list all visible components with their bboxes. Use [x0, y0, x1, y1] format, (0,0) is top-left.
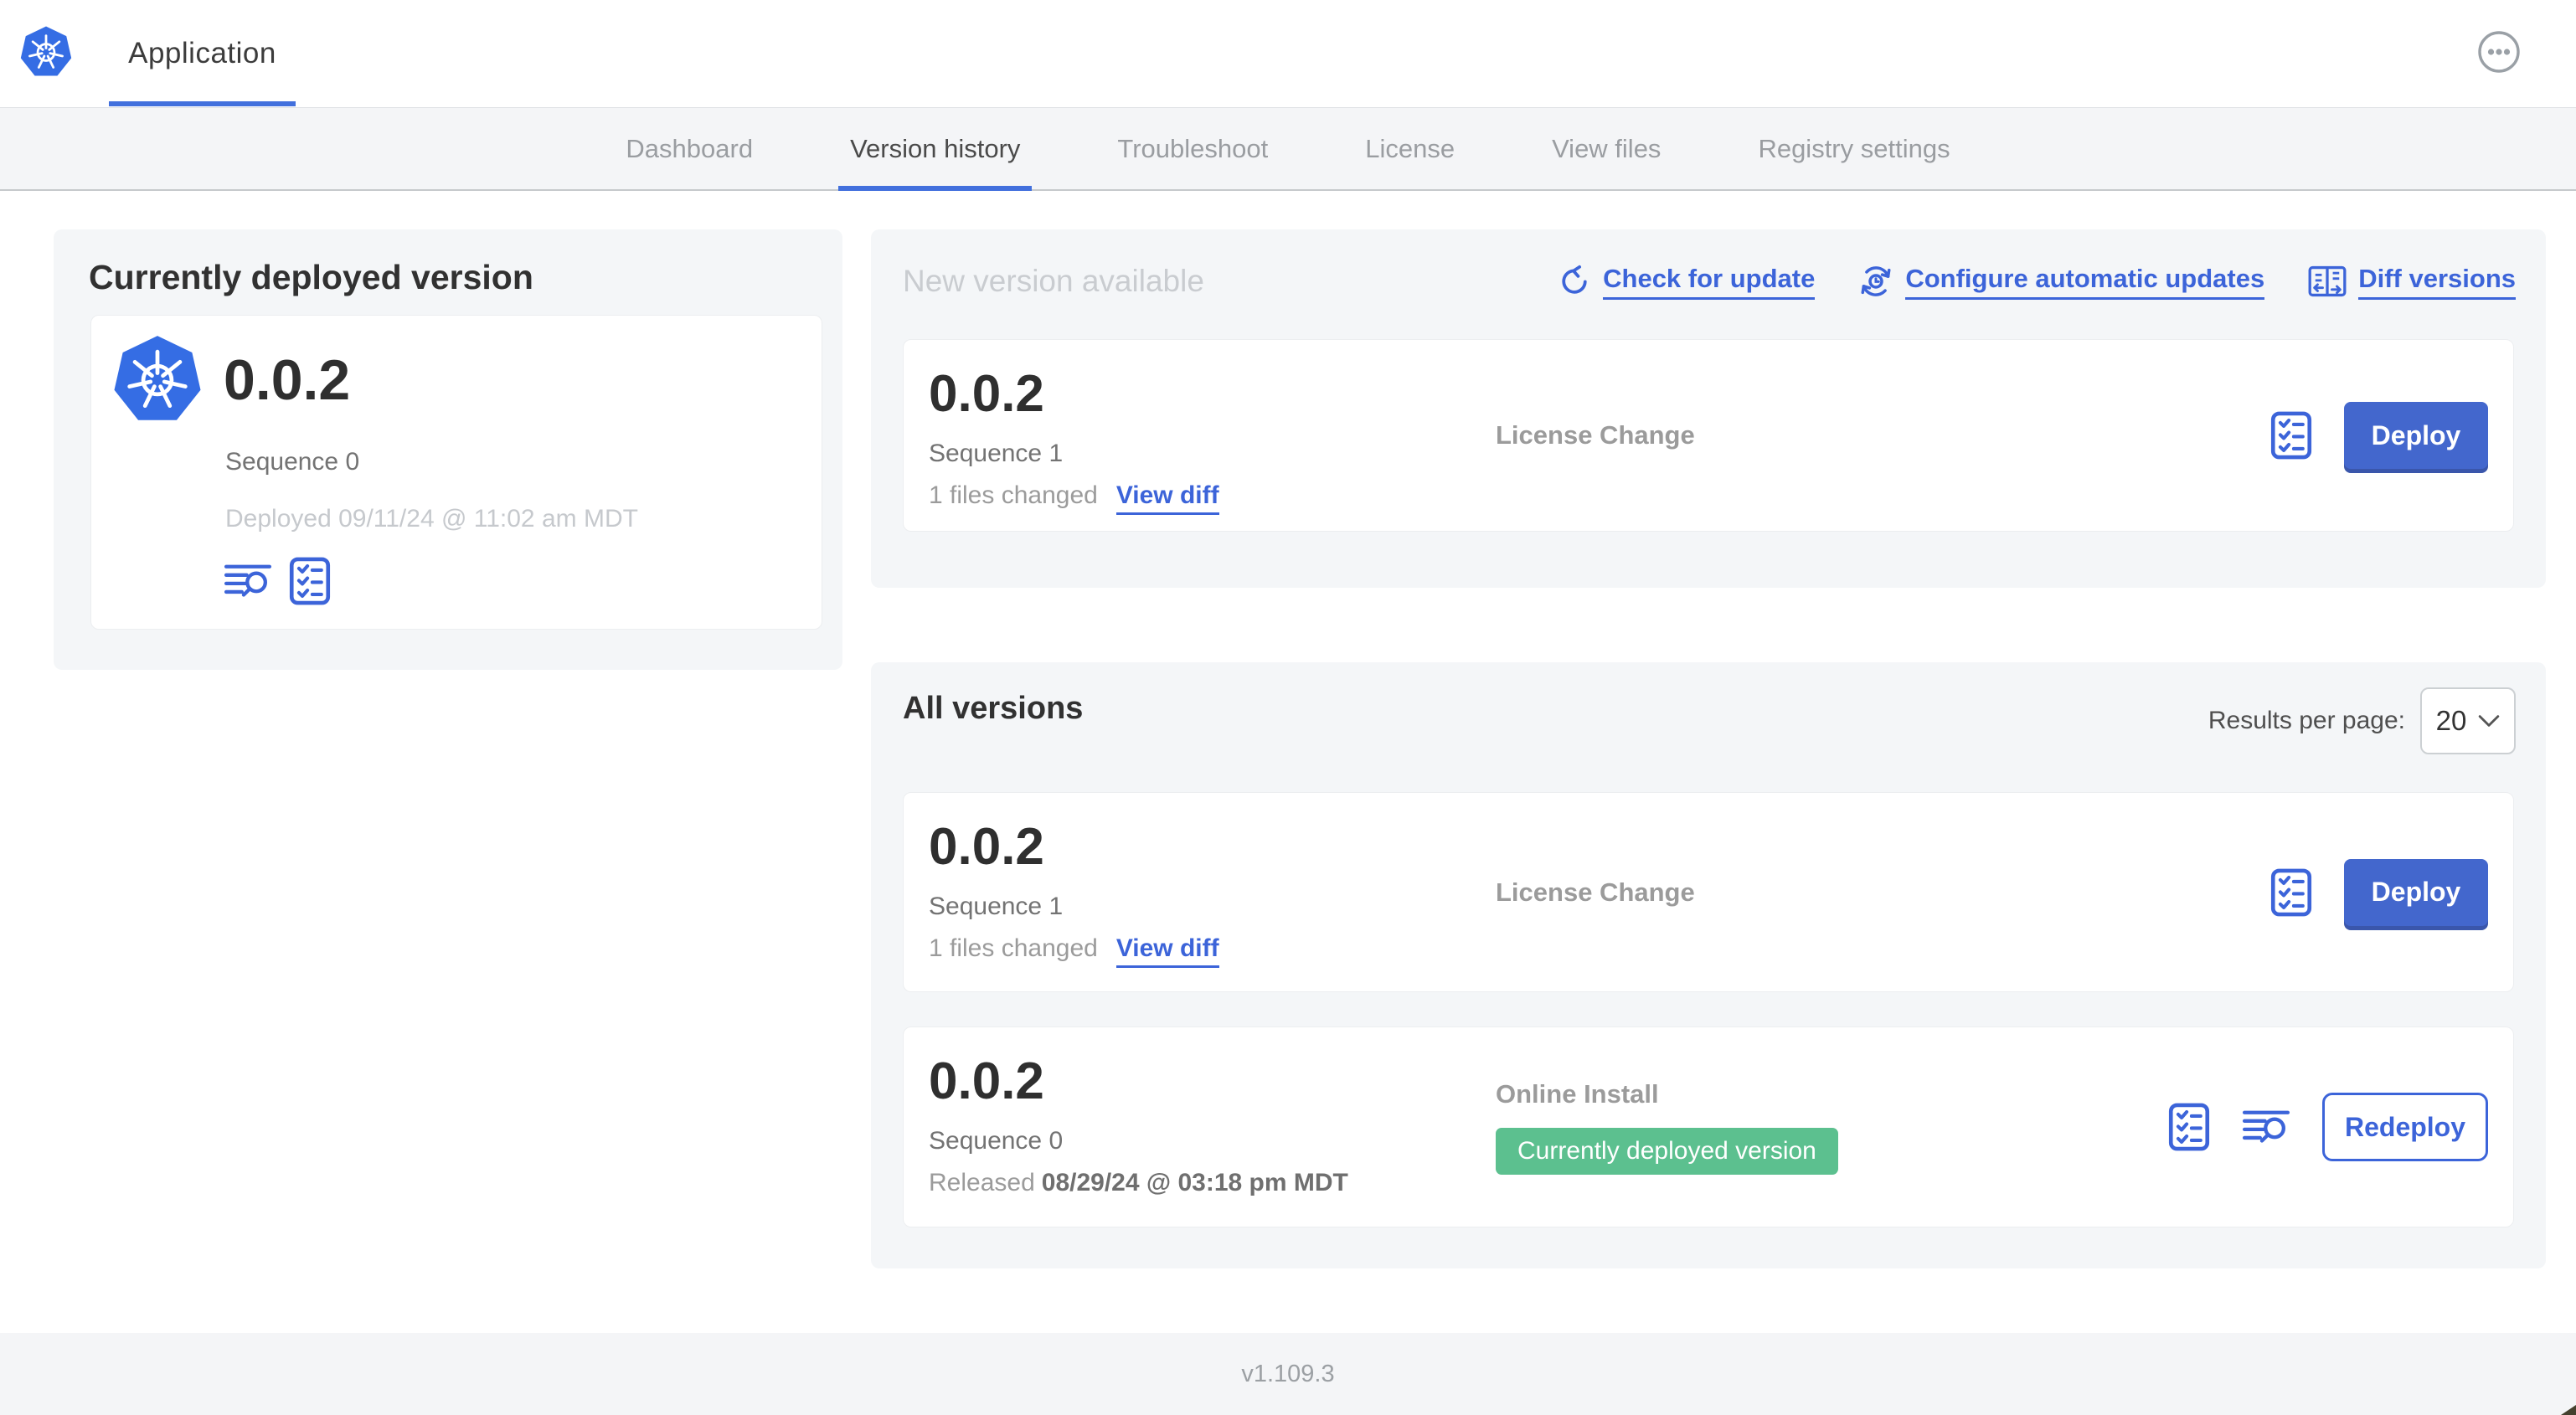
current-version-number: 0.0.2	[224, 348, 351, 412]
new-version-header: New version available Check for update C…	[903, 260, 2516, 303]
deploy-button[interactable]: Deploy	[2344, 858, 2488, 926]
logs-icon[interactable]	[2242, 1108, 2290, 1146]
results-per-page-select[interactable]: 20	[2420, 687, 2516, 754]
version-actions: Redeploy	[2168, 1093, 2488, 1161]
chevron-down-icon	[2479, 715, 2500, 727]
version-info: 0.0.2 Sequence 1 1 files changed View di…	[929, 365, 1219, 516]
configure-automatic-updates-label: Configure automatic updates	[1905, 264, 2265, 300]
currently-deployed-title: Currently deployed version	[89, 258, 533, 296]
diff-versions-link[interactable]: Diff versions	[2308, 264, 2516, 300]
new-version-header-actions: Check for update Configure automatic upd…	[1558, 264, 2516, 300]
app-screen: Application Dashboard Version history Tr…	[0, 0, 2576, 1415]
nav-tab-label: Dashboard	[626, 133, 754, 163]
nav-tab-label: Registry settings	[1758, 133, 1950, 163]
nav-tab-view-files[interactable]: View files	[1503, 108, 1709, 189]
diff-versions-label: Diff versions	[2358, 264, 2516, 300]
view-diff-link[interactable]: View diff	[1115, 934, 1219, 969]
nav-tab-label: License	[1365, 133, 1455, 163]
sequence-label: Sequence 1	[929, 893, 1064, 921]
refresh-icon	[1562, 265, 1587, 294]
new-version-section: New version available Check for update C…	[871, 229, 2546, 588]
ellipsis-circle-icon	[2478, 31, 2520, 73]
version-number: 0.0.2	[929, 1052, 1044, 1110]
version-source: License Change	[1496, 877, 1695, 908]
app-tab-active-underline	[109, 101, 296, 106]
current-version-actions	[224, 557, 331, 605]
version-actions: Deploy	[2270, 402, 2488, 469]
sync-clock-icon	[1861, 266, 1891, 296]
app-tab[interactable]: Application	[109, 0, 296, 107]
kubernetes-logo-icon	[20, 25, 72, 84]
released-prefix: Released	[929, 1169, 1035, 1197]
checklist-icon[interactable]	[2270, 411, 2312, 460]
released-at: Released 08/29/24 @ 03:18 pm MDT	[929, 1169, 1348, 1197]
nav-tab-label: View files	[1552, 133, 1662, 163]
source-label: License Change	[1496, 420, 1695, 450]
nav-tab-version-history[interactable]: Version history	[801, 108, 1069, 191]
currently-deployed-section: Currently deployed version 0.0.2 Sequenc…	[54, 229, 842, 670]
configure-automatic-updates-link[interactable]: Configure automatic updates	[1858, 264, 2265, 300]
results-per-page: Results per page: 20	[2208, 687, 2516, 754]
nav-tab-registry-settings[interactable]: Registry settings	[1709, 108, 1998, 189]
version-row: 0.0.2 Sequence 1 1 files changed View di…	[903, 792, 2514, 992]
new-version-row: 0.0.2 Sequence 1 1 files changed View di…	[903, 339, 2514, 532]
checklist-icon[interactable]	[289, 557, 331, 605]
version-number: 0.0.2	[929, 818, 1044, 876]
results-per-page-label: Results per page:	[2208, 707, 2405, 734]
nav-tab-label: Troubleshoot	[1117, 133, 1269, 163]
version-info: 0.0.2 Sequence 0 Released 08/29/24 @ 03:1…	[929, 1054, 1348, 1197]
diff-icon	[2308, 265, 2347, 297]
checklist-icon[interactable]	[2168, 1103, 2210, 1151]
version-source: Online Install Currently deployed versio…	[1496, 1079, 1838, 1175]
app-tab-label: Application	[128, 37, 276, 69]
all-versions-title: All versions	[903, 691, 1084, 726]
version-source: License Change	[1496, 420, 1695, 450]
currently-deployed-badge: Currently deployed version	[1496, 1128, 1838, 1175]
nav-tab-license[interactable]: License	[1316, 108, 1503, 189]
current-sequence-label: Sequence 0	[225, 448, 360, 476]
results-per-page-value: 20	[2435, 705, 2467, 736]
check-for-update-link[interactable]: Check for update	[1558, 264, 1816, 300]
nav-tab-dashboard[interactable]: Dashboard	[577, 108, 801, 189]
sequence-label: Sequence 1	[929, 440, 1064, 468]
view-diff-link[interactable]: View diff	[1115, 481, 1219, 516]
source-label: Online Install	[1496, 1079, 1659, 1109]
sequence-label: Sequence 0	[929, 1127, 1064, 1155]
version-info: 0.0.2 Sequence 1 1 files changed View di…	[929, 818, 1219, 969]
source-label: License Change	[1496, 877, 1695, 907]
files-changed-label: 1 files changed	[929, 934, 1098, 963]
nav-bar: Dashboard Version history Troubleshoot L…	[0, 107, 2576, 191]
current-deployed-at: Deployed 09/11/24 @ 11:02 am MDT	[225, 505, 638, 533]
footer: v1.109.3	[0, 1333, 2576, 1415]
checklist-icon[interactable]	[2270, 868, 2312, 917]
check-for-update-label: Check for update	[1603, 264, 1816, 300]
header: Application	[0, 0, 2576, 107]
ellipsis-menu-button[interactable]	[2477, 30, 2521, 74]
nav-tab-label: Version history	[850, 133, 1021, 163]
files-changed-label: 1 files changed	[929, 481, 1098, 510]
released-date: 08/29/24 @ 03:18 pm MDT	[1041, 1169, 1348, 1197]
new-version-title: New version available	[903, 264, 1204, 298]
version-row: 0.0.2 Sequence 0 Released 08/29/24 @ 03:1…	[903, 1027, 2514, 1227]
redeploy-button[interactable]: Redeploy	[2322, 1093, 2488, 1161]
currently-deployed-card: 0.0.2 Sequence 0 Deployed 09/11/24 @ 11:…	[90, 315, 822, 630]
version-actions: Deploy	[2270, 858, 2488, 926]
nav-tab-troubleshoot[interactable]: Troubleshoot	[1069, 108, 1316, 189]
deploy-button[interactable]: Deploy	[2344, 402, 2488, 469]
version-number: 0.0.2	[929, 365, 1044, 423]
all-versions-section: All versions Results per page: 20 0.0.2 …	[871, 662, 2546, 1268]
kubernetes-logo-icon	[113, 334, 202, 430]
footer-version: v1.109.3	[1241, 1360, 1335, 1387]
logs-icon[interactable]	[224, 562, 272, 600]
